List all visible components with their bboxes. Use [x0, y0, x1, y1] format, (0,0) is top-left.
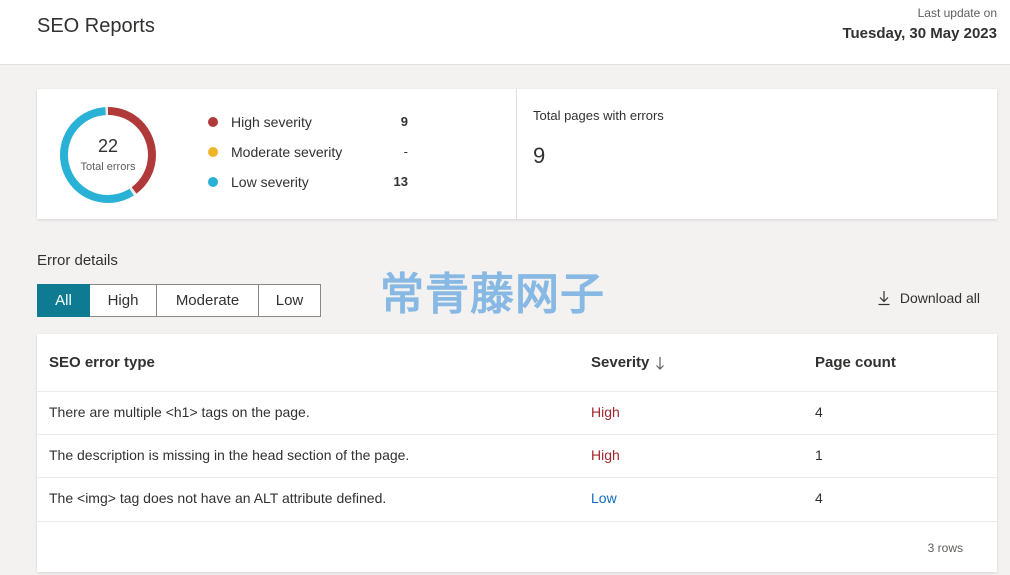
total-pages-label: Total pages with errors: [533, 108, 664, 123]
table-row[interactable]: The description is missing in the head s…: [37, 434, 997, 477]
severity-header-label: Severity: [591, 354, 650, 371]
filter-all-button[interactable]: All: [37, 284, 90, 317]
legend-item-high: High severity 9: [208, 112, 408, 132]
error-type-cell: The description is missing in the head s…: [49, 447, 410, 463]
severity-cell: Low: [591, 490, 617, 506]
severity-filter-group: All High Moderate Low: [37, 284, 321, 317]
severity-cell: High: [591, 404, 620, 420]
total-errors-label: Total errors: [80, 161, 136, 173]
error-type-cell: The <img> tag does not have an ALT attri…: [49, 490, 387, 506]
page-title: SEO Reports: [37, 15, 155, 37]
last-update-label: Last update on: [917, 6, 997, 20]
low-severity-dot: [208, 177, 218, 187]
legend-label: Low severity: [231, 174, 309, 190]
legend-item-low: Low severity 13: [208, 172, 408, 192]
page-count-cell: 1: [815, 447, 823, 463]
summary-card: 22 Total errors High severity 9 Moderate…: [37, 89, 997, 219]
severity-cell: High: [591, 447, 620, 463]
column-header-severity[interactable]: Severity: [591, 354, 665, 371]
error-details-title: Error details: [37, 252, 118, 269]
filter-low-button[interactable]: Low: [259, 284, 321, 317]
high-severity-dot: [208, 117, 218, 127]
errors-donut-chart: 22 Total errors: [59, 106, 157, 204]
legend-count: 13: [393, 174, 408, 189]
summary-divider: [516, 89, 517, 219]
download-all-label: Download all: [899, 290, 980, 306]
legend-item-moderate: Moderate severity -: [208, 142, 408, 162]
legend-count: 9: [400, 114, 408, 129]
total-errors-value: 22: [97, 136, 119, 156]
moderate-severity-dot: [208, 147, 218, 157]
last-update-date: Tuesday, 30 May 2023: [842, 25, 997, 42]
table-row[interactable]: The <img> tag does not have an ALT attri…: [37, 477, 997, 520]
filter-high-button[interactable]: High: [90, 284, 157, 317]
filter-moderate-button[interactable]: Moderate: [157, 284, 259, 317]
column-header-error-type[interactable]: SEO error type: [49, 354, 155, 371]
legend-count: -: [403, 144, 408, 159]
seo-errors-table: SEO error type Severity Page count There…: [37, 334, 997, 572]
watermark-text: 常青藤网子: [380, 269, 605, 320]
table-footer-divider: [37, 521, 997, 522]
row-count-label: 3 rows: [927, 541, 963, 555]
legend-label: High severity: [231, 114, 312, 130]
total-pages-value: 9: [533, 143, 546, 168]
download-icon: [878, 291, 890, 306]
download-all-button[interactable]: Download all: [877, 290, 980, 306]
error-type-cell: There are multiple <h1> tags on the page…: [49, 404, 310, 420]
sort-descending-icon: [656, 356, 665, 370]
page-count-cell: 4: [815, 404, 823, 420]
column-header-page-count[interactable]: Page count: [815, 354, 896, 371]
legend-label: Moderate severity: [231, 144, 343, 160]
page-count-cell: 4: [815, 490, 823, 506]
table-row[interactable]: There are multiple <h1> tags on the page…: [37, 391, 997, 434]
top-bar: SEO Reports Last update on Tuesday, 30 M…: [0, 0, 1010, 65]
